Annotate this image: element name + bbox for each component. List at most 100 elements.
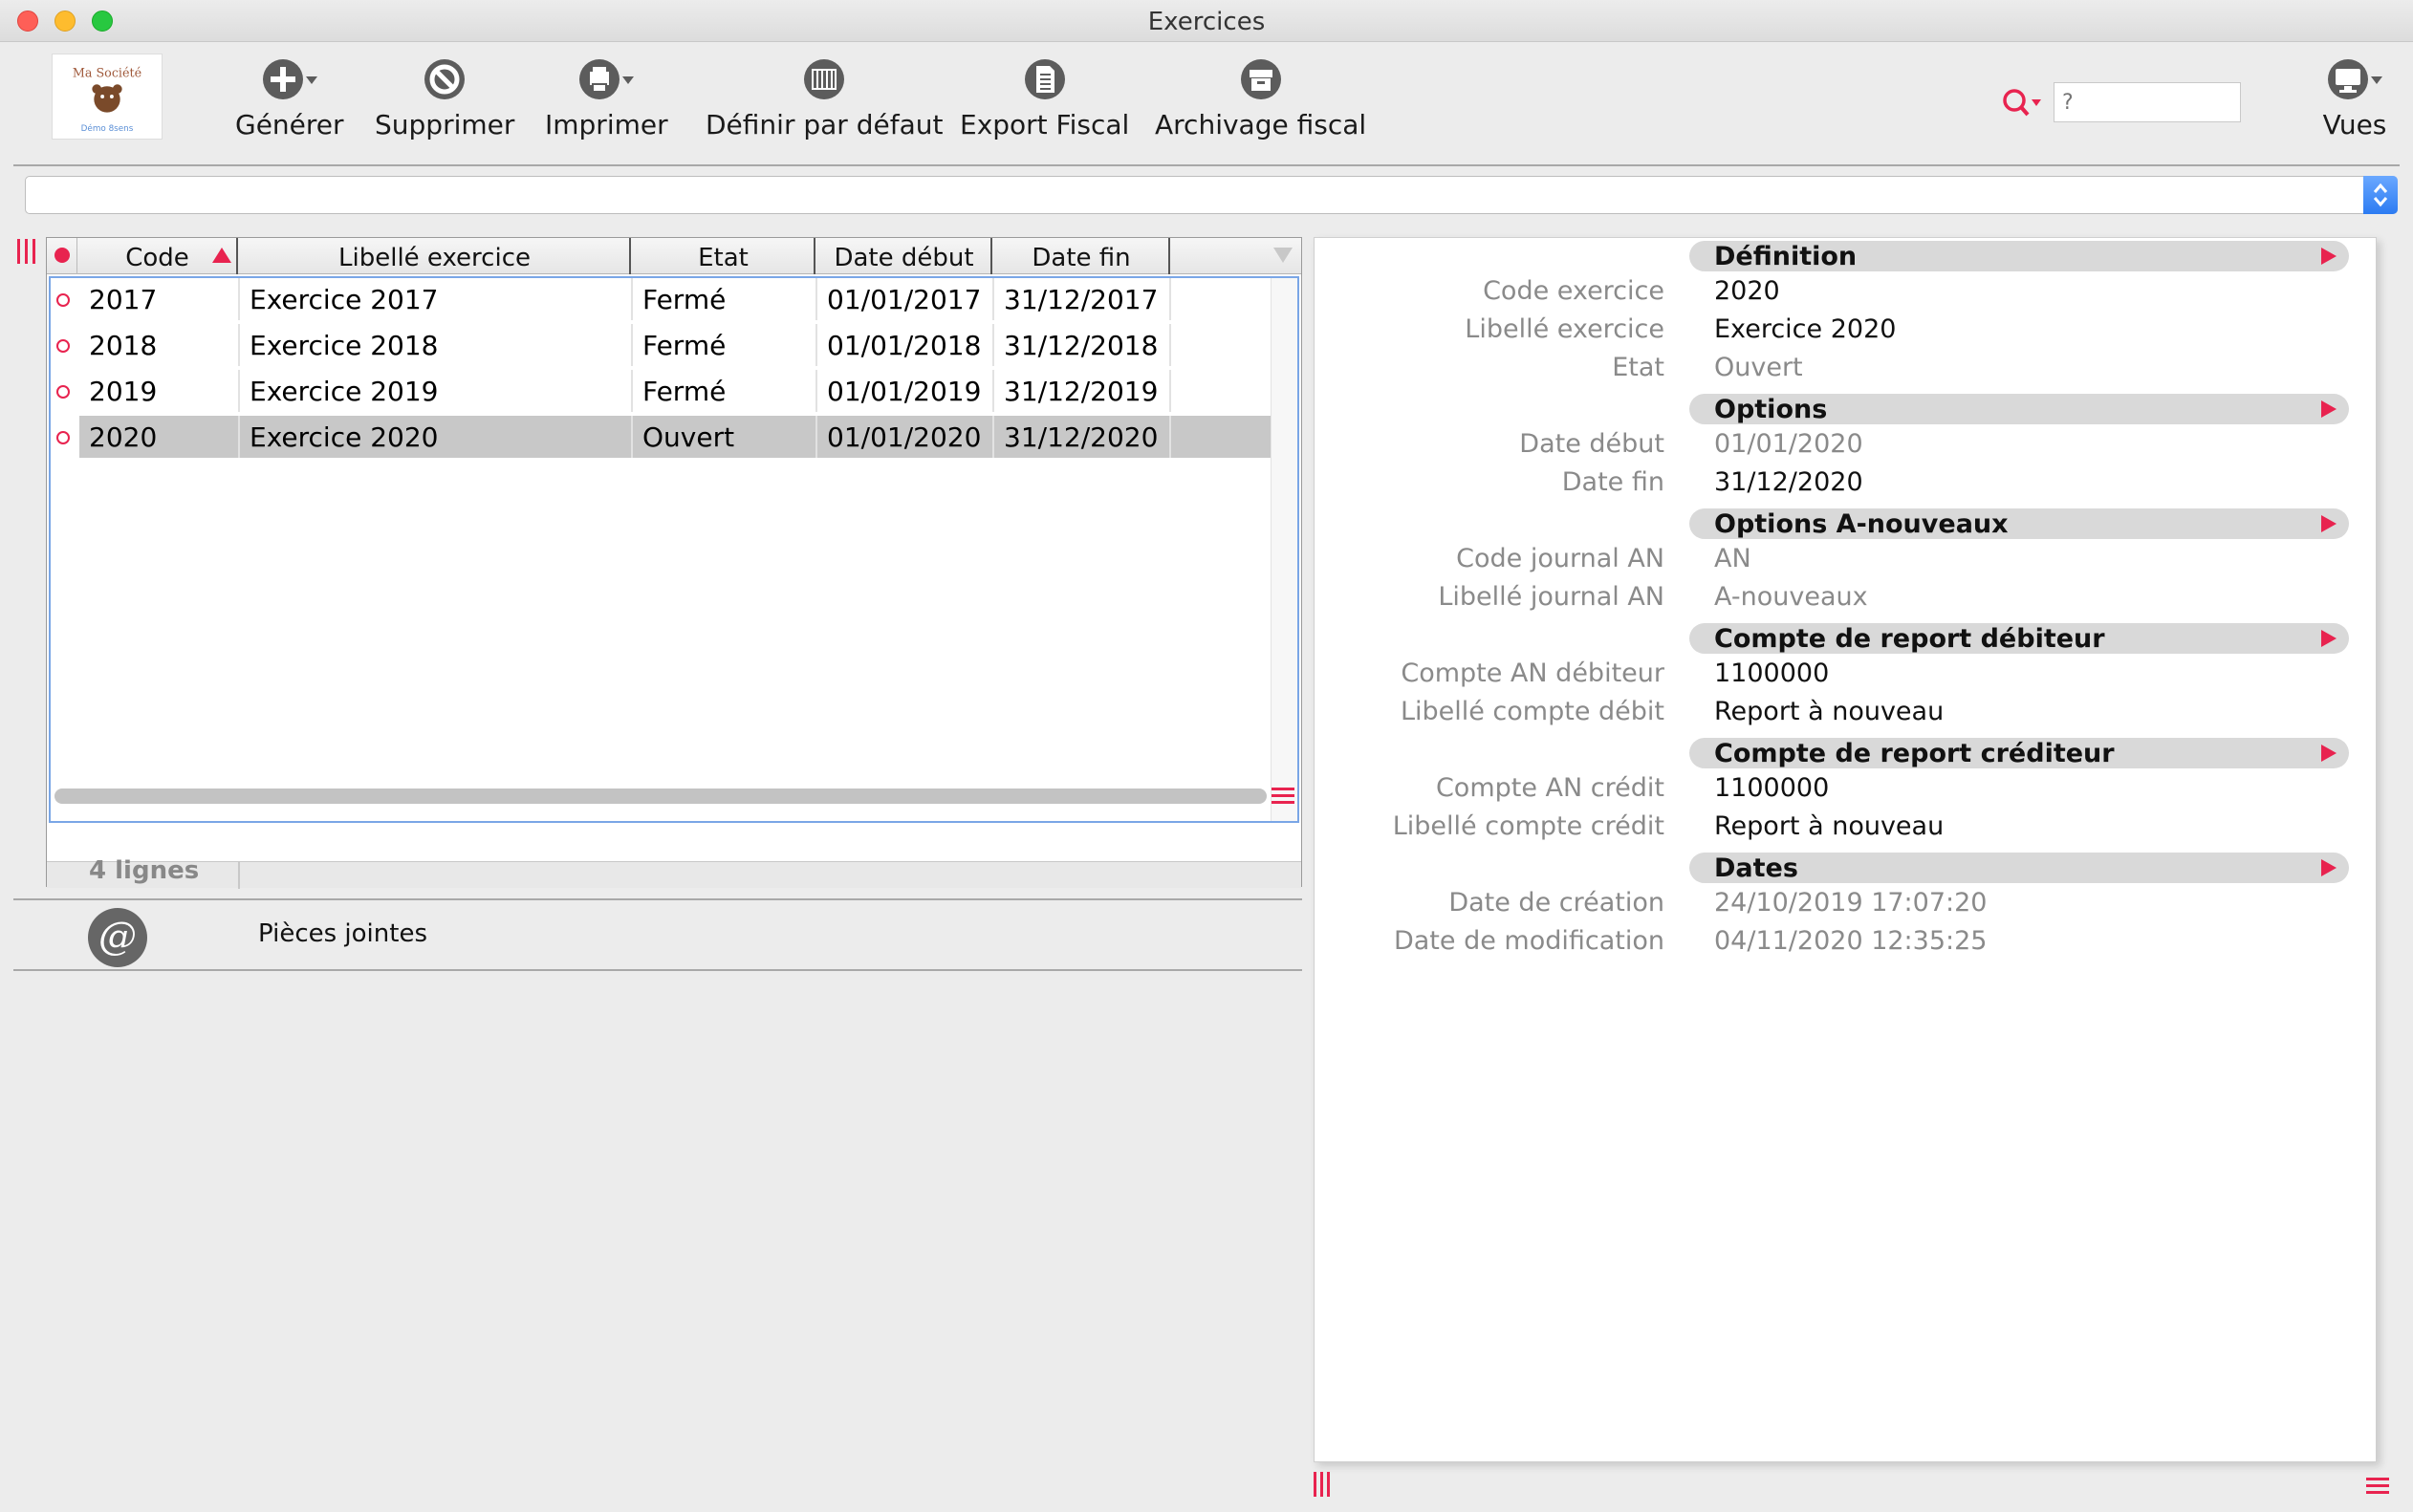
field-libelle-compte-debit[interactable]: Report à nouveau <box>1714 697 1944 726</box>
field-code-journal-an: AN <box>1714 544 1751 573</box>
row-status-dot <box>56 431 70 444</box>
label-compte-an-credit: Compte AN crédit <box>1435 773 1664 803</box>
cell-date-debut: 01/01/2017 <box>817 278 994 320</box>
cell-code: 2019 <box>79 370 240 412</box>
vues-button[interactable]: Vues <box>2321 55 2388 140</box>
cell-date-fin: 31/12/2018 <box>994 324 1171 366</box>
generer-button[interactable]: Générer <box>235 55 344 140</box>
row-status-dot <box>56 339 70 353</box>
attachments-label: Pièces jointes <box>258 919 427 948</box>
form-options-icon[interactable] <box>2365 1474 2390 1499</box>
horizontal-scrollbar[interactable] <box>54 788 1267 804</box>
table-options-icon[interactable] <box>1271 783 1295 808</box>
archive-icon <box>1155 55 1366 103</box>
display-dropdown-icon <box>2321 55 2388 103</box>
field-libelle-journal-an: A-nouveaux <box>1714 582 1868 612</box>
cell-libelle: Exercice 2017 <box>240 278 633 320</box>
column-header-date-fin[interactable]: Date fin <box>994 238 1170 274</box>
column-menu-icon[interactable] <box>1271 244 1295 267</box>
window-title: Exercices <box>1147 8 1266 36</box>
table-row[interactable]: 2017 Exercice 2017 Fermé 01/01/2017 31/1… <box>51 278 1272 322</box>
supprimer-button[interactable]: Supprimer <box>375 55 514 140</box>
field-date-modification: 04/11/2020 12:35:25 <box>1714 926 1988 956</box>
field-libelle-compte-credit[interactable]: Report à nouveau <box>1714 811 1944 841</box>
company-logo: Ma Société Démo 8sens <box>52 54 163 140</box>
field-libelle-exercice[interactable]: Exercice 2020 <box>1714 314 1896 344</box>
toolbar: Ma Société Démo 8sens Générer Supprimer … <box>0 42 2413 164</box>
section-options-a-nouveaux[interactable]: Options A-nouveaux <box>1689 508 2349 539</box>
column-header-etat[interactable]: Etat <box>633 238 815 274</box>
export-fiscal-button[interactable]: Export Fiscal <box>960 55 1129 140</box>
label-etat: Etat <box>1612 353 1664 382</box>
title-bar: Exercices <box>0 0 2413 42</box>
label-date-creation: Date de création <box>1448 888 1664 918</box>
expand-arrow-icon <box>2321 400 2337 418</box>
field-date-debut: 01/01/2020 <box>1714 429 1863 459</box>
filter-combobox[interactable] <box>25 176 2398 214</box>
section-report-crediteur[interactable]: Compte de report créditeur <box>1689 738 2349 768</box>
table-body: 2017 Exercice 2017 Fermé 01/01/2017 31/1… <box>49 276 1299 823</box>
expand-arrow-icon <box>2321 248 2337 265</box>
header-status-dot[interactable] <box>47 238 77 274</box>
column-header-libelle[interactable]: Libellé exercice <box>240 238 631 274</box>
toolbar-divider <box>13 164 2400 166</box>
row-count: 4 lignes <box>89 856 200 885</box>
row-status-dot <box>56 293 70 307</box>
row-status-dot <box>56 385 70 399</box>
cell-code: 2018 <box>79 324 240 366</box>
cell-date-debut: 01/01/2020 <box>817 416 994 458</box>
label-libelle-compte-debit: Libellé compte débit <box>1400 697 1664 726</box>
field-code-exercice[interactable]: 2020 <box>1714 276 1780 306</box>
label-date-fin: Date fin <box>1561 467 1664 497</box>
column-header-code[interactable]: Code <box>78 238 238 274</box>
search-icon[interactable] <box>2000 86 2044 120</box>
column-header-date-debut[interactable]: Date début <box>817 238 992 274</box>
definir-par-defaut-button[interactable]: Définir par défaut <box>706 55 943 140</box>
field-compte-an-debiteur[interactable]: 1100000 <box>1714 659 1829 688</box>
label-libelle-compte-credit: Libellé compte crédit <box>1392 811 1664 841</box>
field-date-fin[interactable]: 31/12/2020 <box>1714 467 1863 497</box>
section-options[interactable]: Options <box>1689 394 2349 424</box>
section-definition[interactable]: Définition <box>1689 241 2349 271</box>
delete-icon <box>375 55 514 103</box>
updown-chevron-icon <box>2373 183 2388 207</box>
combo-stepper-button[interactable] <box>2363 176 2398 214</box>
expand-arrow-icon <box>2321 515 2337 532</box>
table-header: Code Libellé exercice Etat Date début Da… <box>47 238 1301 274</box>
section-dates[interactable]: Dates <box>1689 853 2349 883</box>
table-footer: 4 lignes <box>47 856 1301 889</box>
label-compte-an-debiteur: Compte AN débiteur <box>1401 659 1664 688</box>
expand-arrow-icon <box>2321 630 2337 647</box>
field-compte-an-credit[interactable]: 1100000 <box>1714 773 1829 803</box>
cell-code: 2020 <box>79 416 240 458</box>
panel-grip-icon[interactable] <box>15 239 38 264</box>
add-dropdown-icon <box>235 55 344 103</box>
field-date-creation: 24/10/2019 17:07:20 <box>1714 888 1988 918</box>
attachment-icon[interactable]: @ <box>88 908 147 967</box>
cell-empty <box>1171 416 1272 458</box>
panel-grip-icon[interactable] <box>1312 1472 1333 1497</box>
table-row[interactable]: 2018 Exercice 2018 Fermé 01/01/2018 31/1… <box>51 324 1272 368</box>
table-row[interactable]: 2019 Exercice 2019 Fermé 01/01/2019 31/1… <box>51 370 1272 414</box>
detail-form-panel: Définition Code exercice 2020 Libellé ex… <box>1314 237 2377 1462</box>
archivage-fiscal-button[interactable]: Archivage fiscal <box>1155 55 1366 140</box>
svg-text:Démo 8sens: Démo 8sens <box>81 123 134 134</box>
cell-etat: Fermé <box>633 278 817 320</box>
table-row-selected[interactable]: 2020 Exercice 2020 Ouvert 01/01/2020 31/… <box>51 416 1272 460</box>
label-code-exercice: Code exercice <box>1483 276 1664 306</box>
document-icon <box>960 55 1129 103</box>
sort-ascending-icon <box>212 248 231 263</box>
label-date-debut: Date début <box>1519 429 1664 459</box>
cell-etat: Fermé <box>633 324 817 366</box>
footer-divider <box>238 862 240 889</box>
attachments-bar[interactable]: @ Pièces jointes <box>13 898 1302 971</box>
search-input[interactable] <box>2054 82 2241 122</box>
cell-date-debut: 01/01/2019 <box>817 370 994 412</box>
cell-etat: Fermé <box>633 370 817 412</box>
expand-arrow-icon <box>2321 745 2337 762</box>
section-report-debiteur[interactable]: Compte de report débiteur <box>1689 623 2349 654</box>
expand-arrow-icon <box>2321 859 2337 876</box>
vertical-scrollbar[interactable] <box>1271 278 1297 821</box>
label-libelle-exercice: Libellé exercice <box>1465 314 1664 344</box>
imprimer-button[interactable]: Imprimer <box>545 55 668 140</box>
